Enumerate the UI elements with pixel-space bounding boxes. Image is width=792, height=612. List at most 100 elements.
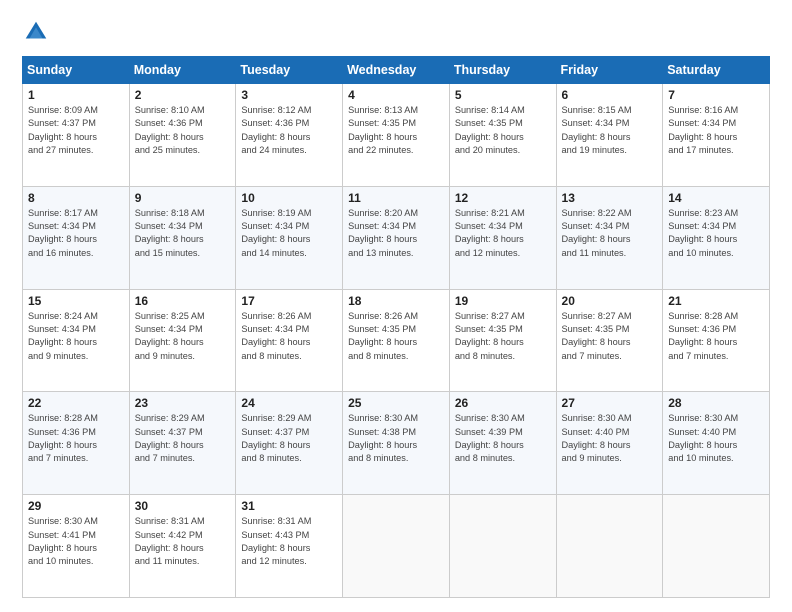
day-number: 30 xyxy=(135,499,231,513)
week-row-1: 1Sunrise: 8:09 AM Sunset: 4:37 PM Daylig… xyxy=(23,84,770,187)
day-number: 18 xyxy=(348,294,444,308)
day-number: 12 xyxy=(455,191,551,205)
day-number: 13 xyxy=(562,191,658,205)
cell-sun-info: Sunrise: 8:16 AM Sunset: 4:34 PM Dayligh… xyxy=(668,104,764,157)
cell-sun-info: Sunrise: 8:28 AM Sunset: 4:36 PM Dayligh… xyxy=(28,412,124,465)
calendar-cell: 19 Sunrise: 8:27 AM Sunset: 4:35 PM Dayli… xyxy=(449,289,556,392)
cell-sun-info: Sunrise: 8:27 AM Sunset: 4:35 PM Dayligh… xyxy=(455,310,551,363)
cell-sun-info: Sunrise: 8:27 AM Sunset: 4:35 PM Dayligh… xyxy=(562,310,658,363)
cell-sun-info: Sunrise: 8:14 AM Sunset: 4:35 PM Dayligh… xyxy=(455,104,551,157)
day-number: 23 xyxy=(135,396,231,410)
calendar-cell xyxy=(556,495,663,598)
calendar-cell: 31Sunrise: 8:31 AM Sunset: 4:43 PM Dayli… xyxy=(236,495,343,598)
cell-sun-info: Sunrise: 8:29 AM Sunset: 4:37 PM Dayligh… xyxy=(135,412,231,465)
day-number: 26 xyxy=(455,396,551,410)
calendar-cell: 12 Sunrise: 8:21 AM Sunset: 4:34 PM Dayli… xyxy=(449,186,556,289)
week-row-3: 15 Sunrise: 8:24 AM Sunset: 4:34 PM Dayli… xyxy=(23,289,770,392)
cell-sun-info: Sunrise: 8:30 AM Sunset: 4:39 PM Dayligh… xyxy=(455,412,551,465)
calendar-cell xyxy=(663,495,770,598)
calendar-cell: 28 Sunrise: 8:30 AM Sunset: 4:40 PM Dayli… xyxy=(663,392,770,495)
cell-sun-info: Sunrise: 8:10 AM Sunset: 4:36 PM Dayligh… xyxy=(135,104,231,157)
calendar-cell: 4Sunrise: 8:13 AM Sunset: 4:35 PM Daylig… xyxy=(343,84,450,187)
day-number: 29 xyxy=(28,499,124,513)
cell-sun-info: Sunrise: 8:25 AM Sunset: 4:34 PM Dayligh… xyxy=(135,310,231,363)
dow-header-sunday: Sunday xyxy=(23,57,130,84)
cell-sun-info: Sunrise: 8:21 AM Sunset: 4:34 PM Dayligh… xyxy=(455,207,551,260)
calendar-cell: 14Sunrise: 8:23 AM Sunset: 4:34 PM Dayli… xyxy=(663,186,770,289)
cell-sun-info: Sunrise: 8:15 AM Sunset: 4:34 PM Dayligh… xyxy=(562,104,658,157)
days-of-week-row: SundayMondayTuesdayWednesdayThursdayFrid… xyxy=(23,57,770,84)
calendar-cell: 16 Sunrise: 8:25 AM Sunset: 4:34 PM Dayli… xyxy=(129,289,236,392)
calendar-cell: 13 Sunrise: 8:22 AM Sunset: 4:34 PM Dayli… xyxy=(556,186,663,289)
calendar-cell: 21 Sunrise: 8:28 AM Sunset: 4:36 PM Dayli… xyxy=(663,289,770,392)
calendar-cell: 17Sunrise: 8:26 AM Sunset: 4:34 PM Dayli… xyxy=(236,289,343,392)
cell-sun-info: Sunrise: 8:19 AM Sunset: 4:34 PM Dayligh… xyxy=(241,207,337,260)
day-number: 21 xyxy=(668,294,764,308)
cell-sun-info: Sunrise: 8:30 AM Sunset: 4:40 PM Dayligh… xyxy=(668,412,764,465)
cell-sun-info: Sunrise: 8:31 AM Sunset: 4:43 PM Dayligh… xyxy=(241,515,337,568)
day-number: 3 xyxy=(241,88,337,102)
dow-header-monday: Monday xyxy=(129,57,236,84)
calendar-cell: 18 Sunrise: 8:26 AM Sunset: 4:35 PM Dayli… xyxy=(343,289,450,392)
day-number: 5 xyxy=(455,88,551,102)
day-number: 25 xyxy=(348,396,444,410)
day-number: 7 xyxy=(668,88,764,102)
calendar-cell: 23 Sunrise: 8:29 AM Sunset: 4:37 PM Dayli… xyxy=(129,392,236,495)
week-row-2: 8Sunrise: 8:17 AM Sunset: 4:34 PM Daylig… xyxy=(23,186,770,289)
calendar-cell: 3 Sunrise: 8:12 AM Sunset: 4:36 PM Daylig… xyxy=(236,84,343,187)
day-number: 27 xyxy=(562,396,658,410)
cell-sun-info: Sunrise: 8:20 AM Sunset: 4:34 PM Dayligh… xyxy=(348,207,444,260)
dow-header-thursday: Thursday xyxy=(449,57,556,84)
header xyxy=(22,18,770,46)
day-number: 8 xyxy=(28,191,124,205)
cell-sun-info: Sunrise: 8:13 AM Sunset: 4:35 PM Dayligh… xyxy=(348,104,444,157)
calendar-table: SundayMondayTuesdayWednesdayThursdayFrid… xyxy=(22,56,770,598)
logo xyxy=(22,18,54,46)
cell-sun-info: Sunrise: 8:12 AM Sunset: 4:36 PM Dayligh… xyxy=(241,104,337,157)
day-number: 2 xyxy=(135,88,231,102)
cell-sun-info: Sunrise: 8:30 AM Sunset: 4:38 PM Dayligh… xyxy=(348,412,444,465)
day-number: 16 xyxy=(135,294,231,308)
day-number: 11 xyxy=(348,191,444,205)
calendar-cell: 26 Sunrise: 8:30 AM Sunset: 4:39 PM Dayli… xyxy=(449,392,556,495)
dow-header-wednesday: Wednesday xyxy=(343,57,450,84)
calendar-cell: 8Sunrise: 8:17 AM Sunset: 4:34 PM Daylig… xyxy=(23,186,130,289)
calendar-cell xyxy=(343,495,450,598)
calendar-cell: 11 Sunrise: 8:20 AM Sunset: 4:34 PM Dayli… xyxy=(343,186,450,289)
calendar-cell xyxy=(449,495,556,598)
day-number: 24 xyxy=(241,396,337,410)
cell-sun-info: Sunrise: 8:30 AM Sunset: 4:41 PM Dayligh… xyxy=(28,515,124,568)
dow-header-saturday: Saturday xyxy=(663,57,770,84)
calendar-cell: 24 Sunrise: 8:29 AM Sunset: 4:37 PM Dayli… xyxy=(236,392,343,495)
cell-sun-info: Sunrise: 8:28 AM Sunset: 4:36 PM Dayligh… xyxy=(668,310,764,363)
day-number: 6 xyxy=(562,88,658,102)
page: SundayMondayTuesdayWednesdayThursdayFrid… xyxy=(0,0,792,612)
calendar-cell: 6 Sunrise: 8:15 AM Sunset: 4:34 PM Daylig… xyxy=(556,84,663,187)
calendar-cell: 22 Sunrise: 8:28 AM Sunset: 4:36 PM Dayli… xyxy=(23,392,130,495)
calendar-cell: 27Sunrise: 8:30 AM Sunset: 4:40 PM Dayli… xyxy=(556,392,663,495)
calendar-cell: 7 Sunrise: 8:16 AM Sunset: 4:34 PM Daylig… xyxy=(663,84,770,187)
cell-sun-info: Sunrise: 8:29 AM Sunset: 4:37 PM Dayligh… xyxy=(241,412,337,465)
cell-sun-info: Sunrise: 8:26 AM Sunset: 4:34 PM Dayligh… xyxy=(241,310,337,363)
day-number: 28 xyxy=(668,396,764,410)
calendar-cell: 30 Sunrise: 8:31 AM Sunset: 4:42 PM Dayli… xyxy=(129,495,236,598)
cell-sun-info: Sunrise: 8:26 AM Sunset: 4:35 PM Dayligh… xyxy=(348,310,444,363)
cell-sun-info: Sunrise: 8:23 AM Sunset: 4:34 PM Dayligh… xyxy=(668,207,764,260)
day-number: 1 xyxy=(28,88,124,102)
day-number: 20 xyxy=(562,294,658,308)
logo-icon xyxy=(22,18,50,46)
calendar-cell: 29 Sunrise: 8:30 AM Sunset: 4:41 PM Dayli… xyxy=(23,495,130,598)
cell-sun-info: Sunrise: 8:22 AM Sunset: 4:34 PM Dayligh… xyxy=(562,207,658,260)
calendar-cell: 10Sunrise: 8:19 AM Sunset: 4:34 PM Dayli… xyxy=(236,186,343,289)
cell-sun-info: Sunrise: 8:31 AM Sunset: 4:42 PM Dayligh… xyxy=(135,515,231,568)
day-number: 15 xyxy=(28,294,124,308)
calendar-body: 1Sunrise: 8:09 AM Sunset: 4:37 PM Daylig… xyxy=(23,84,770,598)
dow-header-tuesday: Tuesday xyxy=(236,57,343,84)
calendar-cell: 20 Sunrise: 8:27 AM Sunset: 4:35 PM Dayli… xyxy=(556,289,663,392)
day-number: 22 xyxy=(28,396,124,410)
cell-sun-info: Sunrise: 8:24 AM Sunset: 4:34 PM Dayligh… xyxy=(28,310,124,363)
day-number: 19 xyxy=(455,294,551,308)
day-number: 9 xyxy=(135,191,231,205)
calendar-cell: 9Sunrise: 8:18 AM Sunset: 4:34 PM Daylig… xyxy=(129,186,236,289)
calendar-cell: 1Sunrise: 8:09 AM Sunset: 4:37 PM Daylig… xyxy=(23,84,130,187)
